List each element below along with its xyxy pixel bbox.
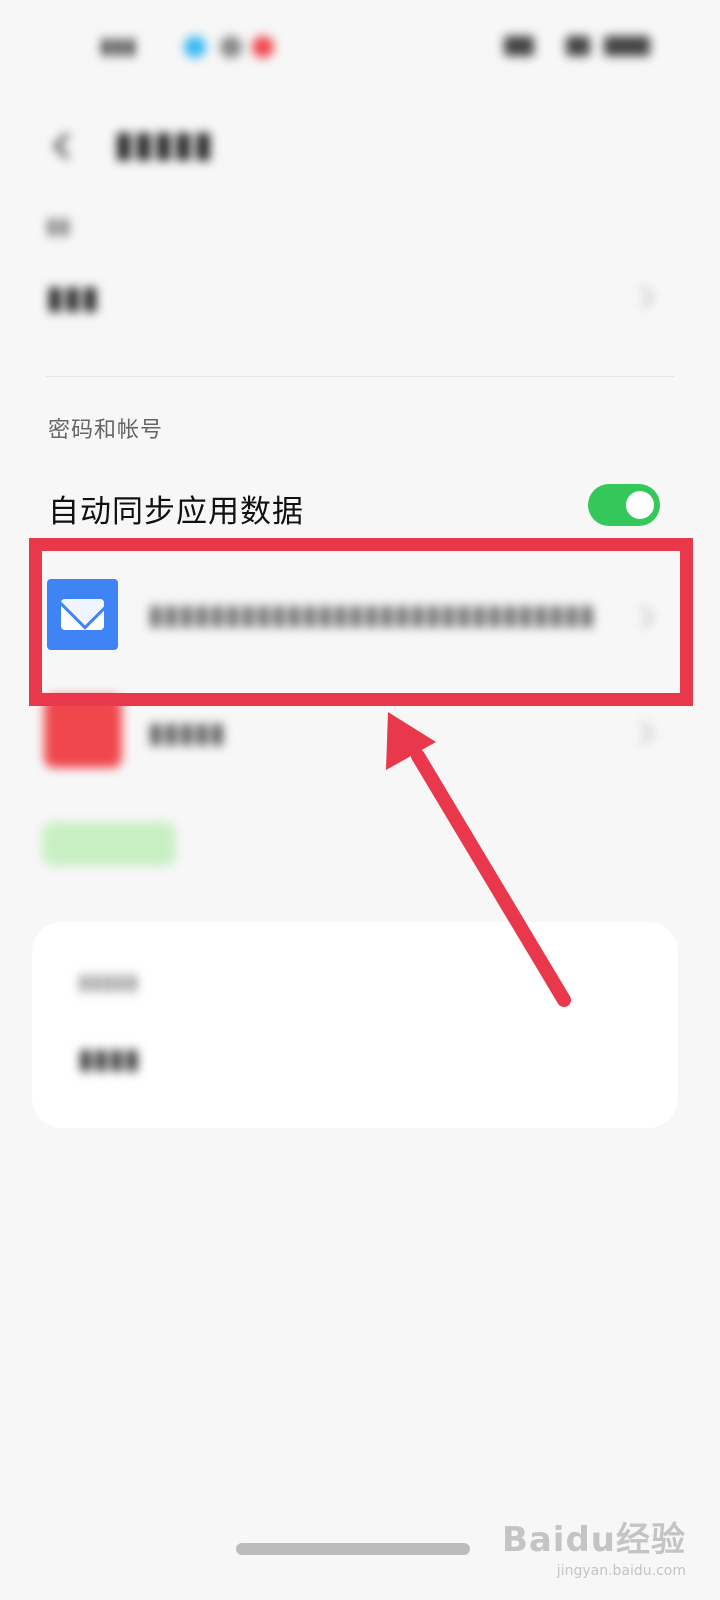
section-label-accounts: 密码和帐号	[48, 418, 164, 443]
toggle-knob	[626, 491, 654, 519]
auto-sync-toggle[interactable]	[588, 484, 660, 526]
watermark-logo: Baidu经验	[501, 1520, 686, 1560]
card-section-title: ▮▮▮▮▮	[78, 970, 139, 995]
chevron-right-icon	[640, 720, 655, 746]
wifi-icon	[566, 36, 590, 56]
section-label-users: ▮▮	[46, 214, 71, 239]
battery-icon	[604, 36, 650, 56]
settings-card	[32, 922, 678, 1128]
chevron-right-icon	[640, 284, 655, 310]
back-arrow-icon[interactable]	[44, 128, 80, 164]
app-account-row[interactable]: ▮▮▮▮▮	[148, 716, 225, 749]
page-title: ▮▮▮▮▮	[114, 124, 214, 165]
status-notification-icon	[252, 36, 274, 58]
annotation-arrow	[386, 712, 571, 1007]
status-bar-time: ▮▮▮	[100, 34, 137, 59]
multi-user-row[interactable]: ▮▮▮	[46, 278, 99, 316]
card-item[interactable]: ▮▮▮▮	[78, 1042, 140, 1075]
highlight-box	[29, 538, 693, 706]
watermark-url: jingyan.baidu.com	[556, 1563, 686, 1579]
status-notification-icon	[184, 36, 206, 58]
watermark: Baidu经验 jingyan.baidu.com	[502, 1512, 686, 1579]
signal-icon	[504, 36, 534, 56]
auto-sync-label: 自动同步应用数据	[48, 494, 304, 530]
home-indicator[interactable]	[236, 1543, 470, 1555]
app-account-icon	[44, 696, 122, 768]
add-account-button[interactable]	[42, 822, 176, 866]
divider	[46, 376, 674, 377]
status-notification-icon	[220, 36, 242, 58]
